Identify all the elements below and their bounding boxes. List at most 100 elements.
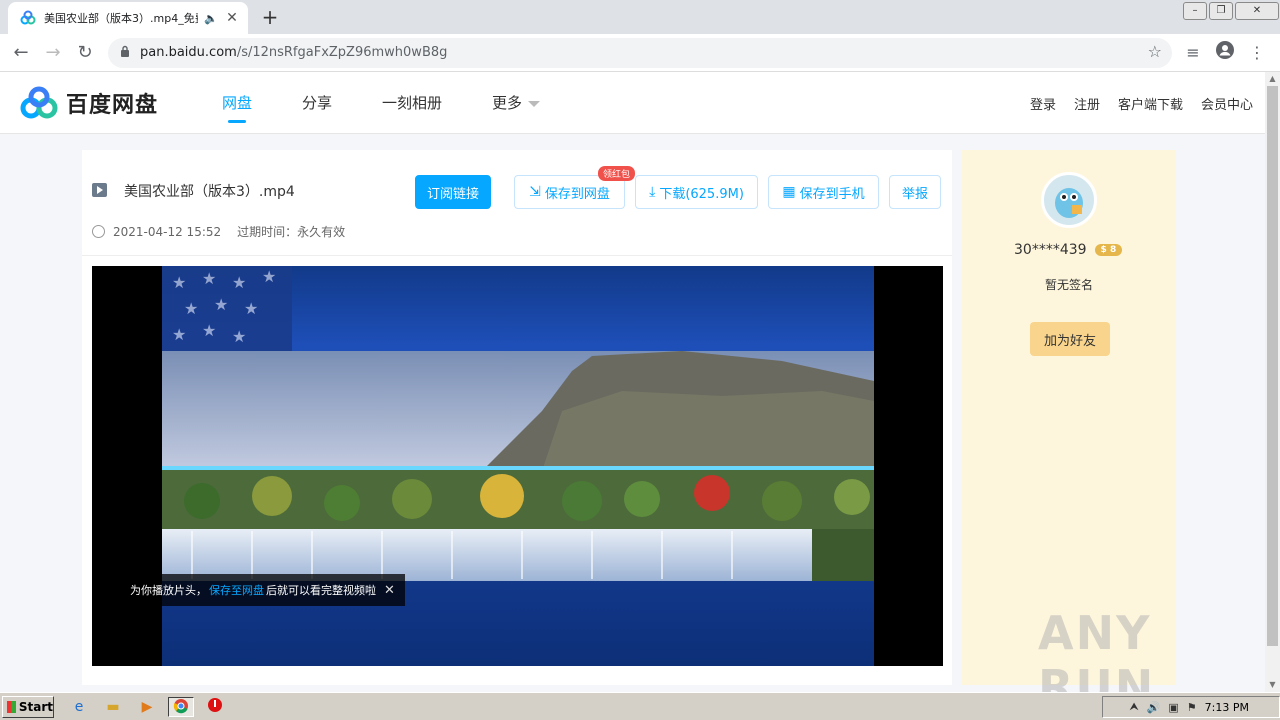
download-label: 下载(625.9M): [659, 186, 744, 202]
site-header: 百度网盘 网盘 分享 一刻相册 更多 登录 注册 客户端下载 会员中心: [0, 72, 1265, 134]
file-share-card: 美国农业部（版本3）.mp4 2021-04-12 15:52 过期时间：永久有…: [82, 150, 952, 685]
explorer-folder-icon[interactable]: ▬: [102, 697, 124, 717]
svg-text:★: ★: [184, 299, 198, 318]
username-text: 30****439: [1014, 242, 1087, 258]
site-logo[interactable]: 百度网盘: [20, 86, 158, 120]
logo-text: 百度网盘: [66, 93, 159, 118]
notice-save-link[interactable]: 保存至网盘: [209, 582, 264, 598]
mascot-avatar-icon: [1055, 188, 1083, 218]
tab-strip: 美国农业部（版本3）.mp4_免费 🔈 ✕ + – ❐ ✕: [0, 0, 1280, 34]
report-button[interactable]: 举报: [889, 175, 941, 209]
svg-text:★: ★: [172, 273, 186, 292]
lock-icon: [121, 45, 129, 57]
bookmark-star-icon[interactable]: ☆: [1148, 42, 1162, 61]
trailer-notice: 为你播放片头， 保存至网盘 后就可以看完整视频啦 ✕: [122, 574, 405, 606]
ie-icon[interactable]: e: [68, 697, 90, 717]
reload-icon[interactable]: ↻: [72, 40, 98, 66]
browser-tab[interactable]: 美国农业部（版本3）.mp4_免费 🔈 ✕: [8, 2, 248, 34]
subscribe-button[interactable]: 订阅链接: [415, 175, 491, 209]
tray-expand-icon[interactable]: ⮝: [1129, 700, 1138, 714]
login-link[interactable]: 登录: [1030, 94, 1056, 113]
flag-stars-graphic: ★ ★ ★ ★ ★ ★ ★ ★ ★ ★: [162, 266, 292, 351]
media-player-icon[interactable]: ▶: [136, 697, 158, 717]
account-circle-icon: [1216, 41, 1234, 59]
qr-phone-icon: ▦: [782, 184, 796, 200]
sharer-username: 30****439 $ 8: [1014, 242, 1123, 258]
video-frame[interactable]: ★ ★ ★ ★ ★ ★ ★ ★ ★ ★: [162, 266, 874, 666]
back-icon[interactable]: ←: [8, 40, 34, 66]
url-path: /s/12nsRfgaFxZpZ96mwh0wB8g: [236, 45, 448, 60]
notice-suffix: 后就可以看完整视频啦: [266, 584, 376, 597]
baidu-pan-logo-icon: [20, 86, 58, 119]
browser-menu-icon[interactable]: ⋮: [1244, 40, 1270, 66]
save-to-phone-button[interactable]: ▦ 保存到手机: [768, 175, 879, 209]
expire-time: 过期时间：永久有效: [237, 225, 346, 239]
svg-text:★: ★: [262, 267, 276, 286]
url-text: pan.baidu.com/s/12nsRfgaFxZpZ96mwh0wB8g: [140, 45, 447, 60]
save-phone-label: 保存到手机: [799, 186, 865, 202]
menu-item-more[interactable]: 更多: [492, 92, 541, 113]
client-download-link[interactable]: 客户端下载: [1118, 94, 1183, 113]
system-tray: ⮝ 🔊 ▣ ⚑ 7:13 PM: [1102, 696, 1280, 718]
vip-badge: $ 8: [1094, 244, 1123, 256]
media-control-icon[interactable]: ≡: [1180, 40, 1206, 66]
stop-red-icon[interactable]: [204, 697, 226, 717]
svg-text:★: ★: [172, 325, 186, 344]
window-controls: – ❐ ✕: [1182, 0, 1280, 22]
clock-icon: [92, 225, 105, 238]
download-button[interactable]: ⤓ 下载(625.9M): [635, 175, 758, 209]
notice-close-icon[interactable]: ✕: [384, 583, 395, 598]
file-name: 美国农业部（版本3）.mp4: [124, 184, 295, 200]
address-bar: ← → ↻ pan.baidu.com/s/12nsRfgaFxZpZ96mwh…: [0, 34, 1280, 72]
add-friend-button[interactable]: 加为好友: [1030, 322, 1110, 356]
svg-text:★: ★: [244, 299, 258, 318]
member-center-link[interactable]: 会员中心: [1201, 94, 1253, 113]
menu-item-netdisk[interactable]: 网盘: [222, 92, 252, 123]
waterfall-scene: [162, 351, 874, 581]
speaker-icon[interactable]: 🔈: [204, 12, 218, 25]
omnibox[interactable]: pan.baidu.com/s/12nsRfgaFxZpZ96mwh0wB8g …: [108, 38, 1172, 68]
subscribe-label: 订阅链接: [426, 186, 479, 202]
video-player[interactable]: ★ ★ ★ ★ ★ ★ ★ ★ ★ ★ 为你播放片头， 保存至网盘 后就可以看完…: [92, 266, 943, 666]
forward-icon[interactable]: →: [40, 40, 66, 66]
main-menu: 网盘 分享 一刻相册 更多: [222, 92, 590, 123]
flag-icon[interactable]: ⚑: [1187, 701, 1197, 714]
scroll-up-icon[interactable]: ▲: [1265, 72, 1280, 86]
volume-icon[interactable]: 🔊: [1147, 701, 1161, 714]
restore-button[interactable]: ❐: [1209, 2, 1233, 20]
url-host: pan.baidu.com: [140, 45, 237, 60]
report-label: 举报: [901, 186, 928, 202]
scroll-thumb[interactable]: [1267, 86, 1278, 646]
chrome-taskbar-icon[interactable]: [168, 697, 194, 717]
svg-text:★: ★: [232, 327, 246, 346]
page-scrollbar[interactable]: ▲ ▼: [1265, 72, 1280, 692]
menu-more-label: 更多: [492, 94, 523, 112]
start-label: Start: [18, 700, 53, 714]
minimize-button[interactable]: –: [1183, 2, 1207, 20]
register-link[interactable]: 注册: [1074, 94, 1100, 113]
windows-logo-icon: [7, 701, 16, 713]
menu-item-share[interactable]: 分享: [302, 92, 332, 113]
header-divider: [82, 255, 952, 256]
vip-level: 8: [1109, 245, 1117, 255]
network-icon[interactable]: ▣: [1168, 701, 1178, 714]
red-stop-icon: [208, 698, 222, 712]
chrome-icon: [173, 699, 188, 714]
clock-time: 7:13 PM: [1204, 700, 1249, 714]
windows-taskbar: Start e ▬ ▶ ⮝ 🔊 ▣ ⚑ 7:13 PM: [0, 692, 1280, 720]
start-button[interactable]: Start: [2, 696, 54, 718]
svg-text:★: ★: [232, 273, 246, 292]
baidu-pan-favicon-icon: [20, 10, 36, 25]
save-cloud-icon: ⇲: [529, 184, 541, 200]
tab-close-icon[interactable]: ✕: [224, 10, 240, 26]
red-packet-badge[interactable]: 领红包: [598, 166, 636, 181]
notice-prefix: 为你播放片头，: [130, 584, 207, 597]
new-tab-button[interactable]: +: [258, 5, 282, 29]
share-date: 2021-04-12 15:52: [113, 224, 222, 239]
signature-text: 暂无签名: [1044, 278, 1093, 292]
window-close-button[interactable]: ✕: [1235, 2, 1279, 20]
profile-icon[interactable]: [1212, 40, 1238, 66]
svg-text:★: ★: [202, 269, 216, 288]
menu-item-album[interactable]: 一刻相册: [382, 92, 442, 113]
avatar[interactable]: [1041, 172, 1097, 228]
